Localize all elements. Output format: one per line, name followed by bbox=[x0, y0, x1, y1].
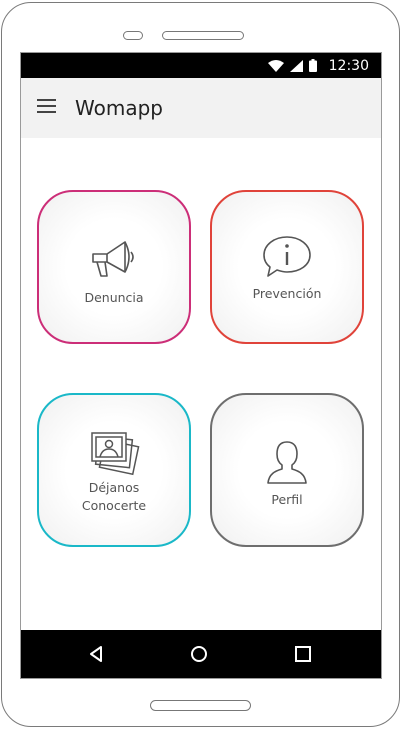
megaphone-icon bbox=[92, 241, 134, 277]
tile-perfil[interactable]: Perfil bbox=[210, 393, 364, 547]
tile-dejanos-conocerte[interactable]: Déjanos Conocerte bbox=[37, 393, 191, 547]
tile-dejanos-label-line1: Déjanos bbox=[88, 480, 140, 495]
front-camera bbox=[123, 31, 143, 40]
recents-icon[interactable] bbox=[293, 644, 313, 664]
earpiece-speaker bbox=[162, 31, 244, 40]
hardware-home-button[interactable] bbox=[150, 700, 251, 711]
status-time: 12:30 bbox=[328, 57, 369, 74]
info-bubble-icon bbox=[263, 236, 311, 277]
home-icon[interactable] bbox=[189, 644, 209, 664]
signal-icon bbox=[289, 59, 303, 72]
back-icon[interactable] bbox=[87, 644, 107, 664]
photos-icon bbox=[91, 432, 140, 476]
wifi-icon bbox=[267, 59, 284, 72]
profile-icon bbox=[267, 441, 307, 484]
tile-denuncia-label: Denuncia bbox=[84, 290, 144, 305]
app-bar: Womapp bbox=[21, 78, 381, 138]
phone-screen: 12:30 Womapp Denuncia Prevención Déjanos… bbox=[20, 52, 382, 679]
app-title: Womapp bbox=[75, 96, 163, 120]
navigation-bar bbox=[21, 630, 381, 678]
tile-perfil-label: Perfil bbox=[271, 492, 303, 507]
hamburger-menu-icon[interactable] bbox=[37, 98, 57, 114]
tile-prevencion-label: Prevención bbox=[252, 286, 322, 301]
status-bar: 12:30 bbox=[21, 53, 381, 78]
tile-prevencion[interactable]: Prevención bbox=[210, 190, 364, 344]
tile-denuncia[interactable]: Denuncia bbox=[37, 190, 191, 344]
tile-dejanos-label-line2: Conocerte bbox=[81, 498, 147, 513]
battery-icon bbox=[308, 59, 317, 72]
